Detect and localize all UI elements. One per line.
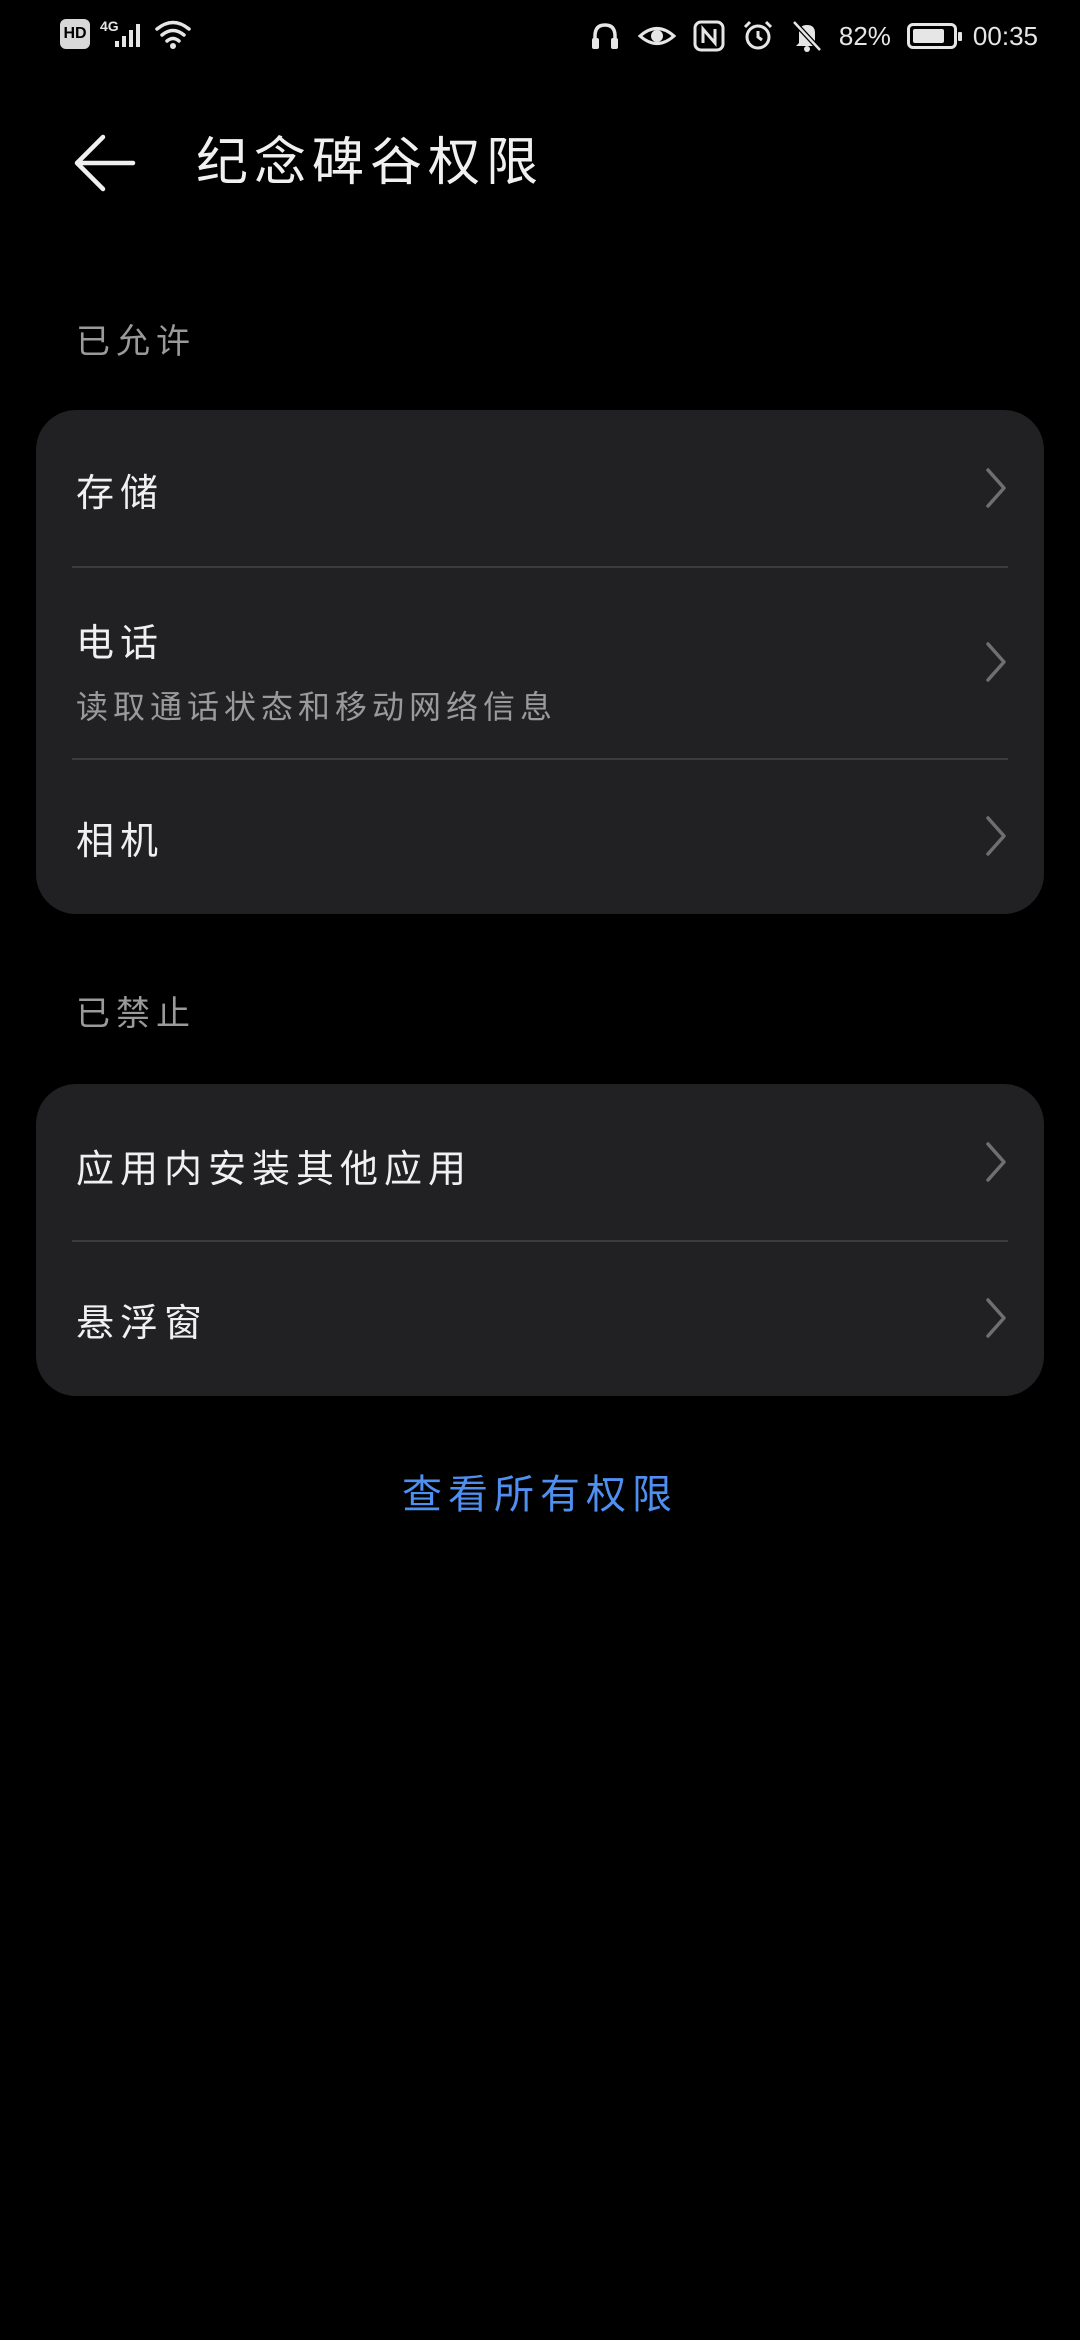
chevron-right-icon xyxy=(986,642,1006,682)
back-arrow-icon xyxy=(74,134,136,192)
allowed-permissions-card: 存储 电话 读取通话状态和移动网络信息 相机 xyxy=(36,410,1044,914)
hd-badge: HD xyxy=(60,19,90,49)
chevron-right-icon xyxy=(986,816,1006,856)
mute-icon xyxy=(792,20,822,52)
headphones-icon xyxy=(591,23,618,49)
permission-title: 相机 xyxy=(76,819,165,863)
network-type-label: 4G xyxy=(100,18,119,34)
view-all-permissions-link[interactable]: 查看所有权限 xyxy=(0,1462,1080,1520)
status-bar: HD 4G 82% 00:35 xyxy=(0,0,1080,72)
permission-title: 应用内安装其他应用 xyxy=(76,1147,473,1191)
permission-title: 存储 xyxy=(76,471,165,515)
permission-title: 电话 xyxy=(76,621,165,665)
alarm-icon xyxy=(743,20,772,50)
chevron-right-icon xyxy=(986,1298,1006,1338)
permission-row-install-apps[interactable]: 应用内安装其他应用 xyxy=(36,1084,1044,1240)
clock: 00:35 xyxy=(972,20,1038,51)
status-left: HD 4G xyxy=(60,18,193,50)
chevron-right-icon xyxy=(986,468,1006,508)
permission-title: 悬浮窗 xyxy=(76,1301,209,1345)
wifi-icon xyxy=(154,20,191,49)
battery-fill xyxy=(912,29,945,43)
back-button[interactable] xyxy=(70,128,140,198)
eye-icon xyxy=(637,27,677,45)
title-bar: 纪念碑谷权限 xyxy=(0,110,1080,210)
chevron-right-icon xyxy=(986,1142,1006,1182)
page-title: 纪念碑谷权限 xyxy=(196,133,545,193)
status-right: 82% 00:35 xyxy=(573,16,1038,56)
permission-subtitle: 读取通话状态和移动网络信息 xyxy=(76,688,558,726)
nfc-icon xyxy=(693,20,725,52)
permission-row-storage[interactable]: 存储 xyxy=(36,410,1044,566)
section-header-denied: 已禁止 xyxy=(76,994,196,1034)
permission-row-phone[interactable]: 电话 读取通话状态和移动网络信息 xyxy=(36,568,1044,758)
battery-icon xyxy=(906,23,962,49)
section-header-allowed: 已允许 xyxy=(76,322,196,362)
battery-percent: 82% xyxy=(838,20,891,51)
denied-permissions-card: 应用内安装其他应用 悬浮窗 xyxy=(36,1084,1044,1396)
permission-row-floating-window[interactable]: 悬浮窗 xyxy=(36,1242,1044,1396)
permission-row-camera[interactable]: 相机 xyxy=(36,760,1044,914)
